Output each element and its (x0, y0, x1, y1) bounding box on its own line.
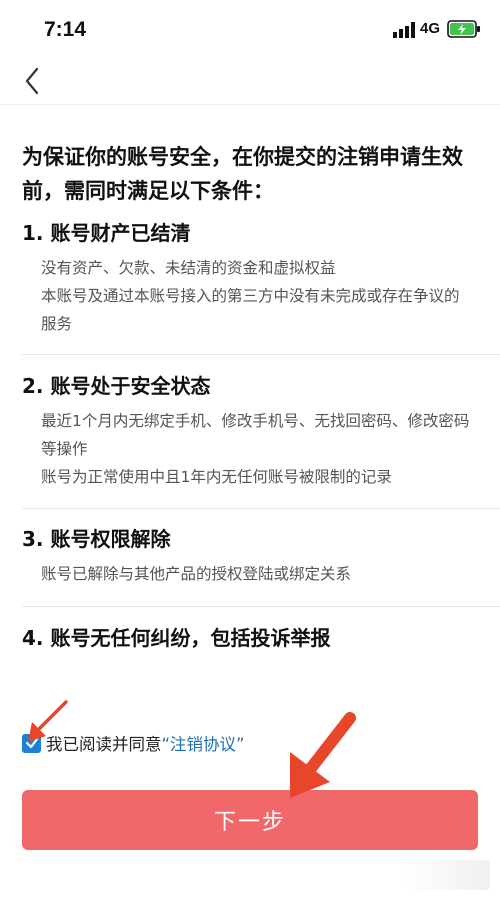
condition-description: 账号已解除与其他产品的授权登陆或绑定关系 (22, 560, 482, 588)
checkmark-icon (25, 737, 38, 749)
nav-bar (0, 60, 500, 105)
condition-title: 1. 账号财产已结清 (22, 221, 191, 245)
account-cancellation-screen: 7:14 4G 为保证你的账号安全，在你提交的注销申请生效前，需同时满足以下条件… (0, 0, 500, 900)
condition-title: 2. 账号处于安全状态 (22, 374, 211, 398)
condition-line: 账号已解除与其他产品的授权登陆或绑定关系 (41, 565, 352, 583)
agreement-text: 我已阅读并同意 (46, 735, 162, 754)
condition-line: 没有资产、欠款、未结清的资金和虚拟权益 (41, 259, 336, 277)
signal-strength-icon (393, 22, 415, 38)
agreement-checkbox[interactable] (22, 733, 41, 753)
divider (22, 508, 500, 509)
intro-heading: 为保证你的账号安全，在你提交的注销申请生效前，需同时满足以下条件： (22, 145, 463, 203)
condition-title: 4. 账号无任何纠纷，包括投诉举报 (22, 626, 331, 650)
condition-section-4: 4. 账号无任何纠纷，包括投诉举报 (22, 623, 482, 653)
next-step-button[interactable]: 下一步 (22, 790, 478, 850)
condition-title: 3. 账号权限解除 (22, 527, 171, 551)
arrow-icon (290, 712, 356, 798)
agreement-row: 我已阅读并同意 “注销协议” (22, 730, 245, 756)
back-button[interactable] (18, 64, 48, 98)
status-bar: 7:14 4G (0, 0, 500, 60)
status-time: 7:14 (44, 18, 87, 41)
condition-section-1: 1. 账号财产已结清 没有资产、欠款、未结清的资金和虚拟权益 本账号及通过本账号… (22, 218, 482, 338)
network-type: 4G (420, 20, 441, 37)
condition-section-3: 3. 账号权限解除 账号已解除与其他产品的授权登陆或绑定关系 (22, 524, 482, 588)
condition-description: 没有资产、欠款、未结清的资金和虚拟权益 本账号及通过本账号接入的第三方中没有未完… (22, 254, 482, 338)
divider (22, 606, 500, 607)
condition-line: 本账号及通过本账号接入的第三方中没有未完成或存在争议的服务 (41, 287, 460, 333)
watermark (400, 860, 490, 890)
condition-line: 账号为正常使用中且1年内无任何账号被限制的记录 (41, 468, 392, 486)
chevron-left-icon (25, 67, 39, 95)
condition-line: 最近1个月内无绑定手机、修改手机号、无找回密码、修改密码等操作 (41, 412, 470, 458)
cancellation-agreement-link[interactable]: “注销协议” (162, 731, 245, 755)
battery-charging-icon (447, 20, 480, 38)
condition-section-2: 2. 账号处于安全状态 最近1个月内无绑定手机、修改手机号、无找回密码、修改密码… (22, 371, 482, 491)
divider (22, 354, 500, 355)
condition-description: 最近1个月内无绑定手机、修改手机号、无找回密码、修改密码等操作 账号为正常使用中… (22, 407, 482, 491)
